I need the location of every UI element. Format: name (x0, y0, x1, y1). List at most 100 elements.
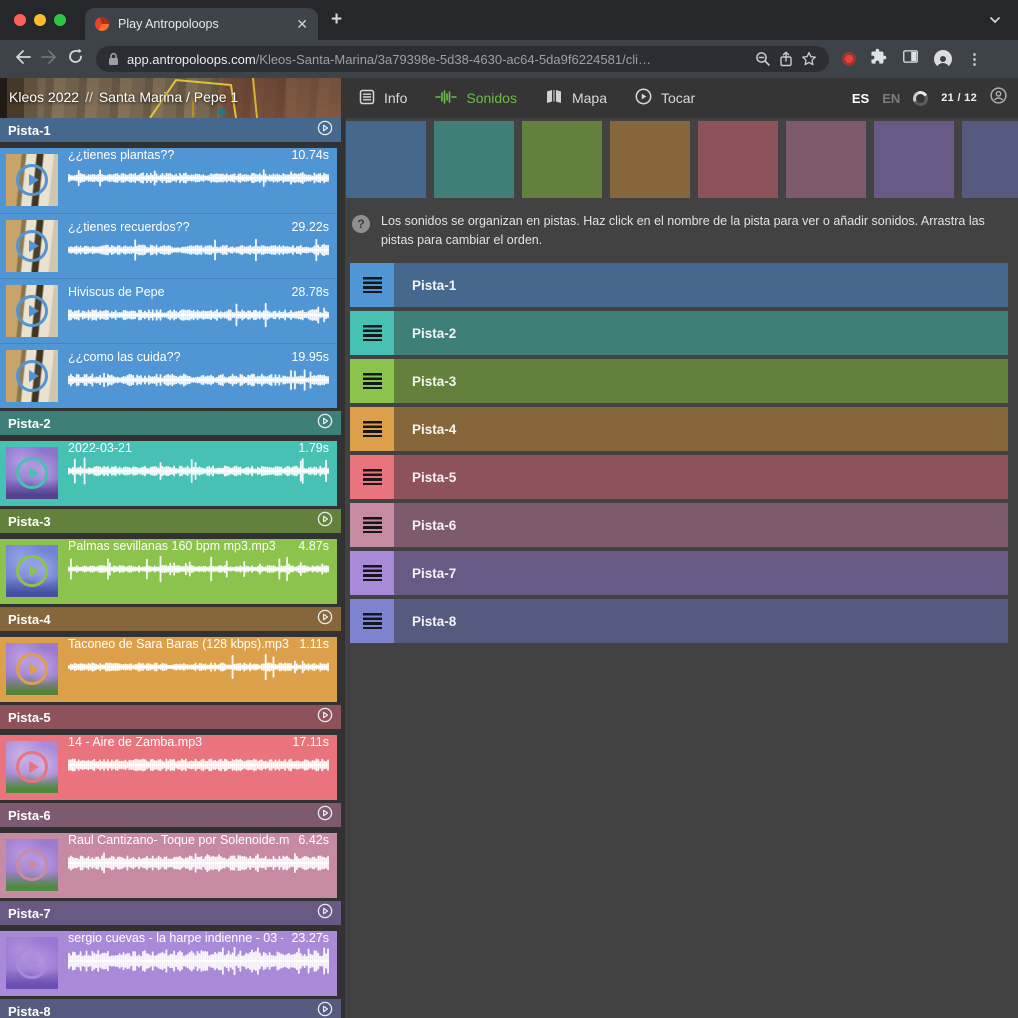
account-icon[interactable] (990, 87, 1007, 109)
side-panel-icon[interactable] (902, 48, 919, 70)
clip[interactable]: ¿¿tienes plantas?? 10.74s (0, 148, 337, 213)
drag-handle[interactable] (350, 551, 394, 595)
clip-title: Taconeo de Sara Baras (128 kbps).mp3 (68, 637, 289, 651)
clip-play-overlay-icon[interactable] (16, 360, 48, 392)
browser-tab[interactable]: Play Antropoloops ✕ (85, 8, 318, 40)
back-button[interactable] (10, 49, 36, 70)
window-minimize-button[interactable] (34, 14, 46, 26)
omnibox[interactable]: app.antropoloops.com/Kleos-Santa-Marina/… (96, 46, 829, 72)
track-row-body[interactable]: Pista-3 (394, 359, 1008, 403)
track-row-label: Pista-5 (412, 470, 456, 485)
track-header[interactable]: Pista-4 (0, 607, 341, 631)
track-row-label: Pista-6 (412, 518, 456, 533)
clip[interactable]: Raul Cantizano- Toque por Solenoide.mp3 … (0, 833, 337, 898)
clip[interactable]: ¿¿como las cuida?? 19.95s (0, 343, 337, 408)
tab-favicon (95, 17, 109, 31)
window-close-button[interactable] (14, 14, 26, 26)
browser-menu-icon[interactable]: ⋮ (967, 50, 982, 68)
clip[interactable]: Hiviscus de Pepe 28.78s (0, 278, 337, 343)
track-row-body[interactable]: Pista-7 (394, 551, 1008, 595)
track-row-pista-2[interactable]: Pista-2 (350, 311, 1008, 355)
forward-button[interactable] (36, 49, 62, 70)
track-play-circle-icon[interactable] (317, 120, 333, 141)
bookmark-star-icon[interactable] (801, 51, 817, 67)
clip-play-overlay-icon[interactable] (16, 295, 48, 327)
track-color-swatch-pista-2 (434, 121, 514, 198)
drag-handle[interactable] (350, 407, 394, 451)
track-row-body[interactable]: Pista-6 (394, 503, 1008, 547)
track-play-circle-icon[interactable] (317, 1001, 333, 1018)
lang-en[interactable]: EN (882, 91, 900, 106)
nav-info[interactable]: Info (359, 89, 407, 108)
clip-play-overlay-icon[interactable] (16, 555, 48, 587)
drag-handle[interactable] (350, 359, 394, 403)
track-play-circle-icon[interactable] (317, 903, 333, 924)
track-row-pista-7[interactable]: Pista-7 (350, 551, 1008, 595)
profile-avatar[interactable] (934, 50, 952, 68)
header-right-controls: ES EN 21 / 12 (852, 78, 1018, 118)
clip[interactable]: 2022-03-21 1.79s (0, 441, 337, 506)
track-header[interactable]: Pista-8 (0, 999, 341, 1018)
track-play-circle-icon[interactable] (317, 609, 333, 630)
clip[interactable]: sergio cuevas - la harpe indienne - 03 -… (0, 931, 337, 996)
recording-indicator-icon[interactable] (843, 53, 855, 65)
browser-tab-strip: Play Antropoloops ✕ + (0, 0, 1018, 40)
clip-play-overlay-icon[interactable] (16, 849, 48, 881)
track-header[interactable]: Pista-2 (0, 411, 341, 435)
zoom-out-icon[interactable] (755, 51, 771, 67)
track-play-circle-icon[interactable] (317, 413, 333, 434)
track-play-circle-icon[interactable] (317, 805, 333, 826)
tracks-sidebar: Pista-1 ¿¿tienes plantas?? 10.74s (0, 118, 345, 1018)
extensions-puzzle-icon[interactable] (870, 48, 887, 70)
lock-icon[interactable] (108, 52, 119, 66)
nav-label: Tocar (661, 90, 695, 106)
clip[interactable]: Palmas sevillanas 160 bpm mp3.mp3 4.87s (0, 539, 337, 604)
tab-close-icon[interactable]: ✕ (296, 17, 308, 31)
track-row-body[interactable]: Pista-4 (394, 407, 1008, 451)
nav-mapa[interactable]: Mapa (545, 89, 607, 107)
clip-play-overlay-icon[interactable] (16, 164, 48, 196)
clip[interactable]: ¿¿tienes recuerdos?? 29.22s (0, 213, 337, 278)
drag-handle[interactable] (350, 311, 394, 355)
drag-handle[interactable] (350, 503, 394, 547)
track-row-pista-5[interactable]: Pista-5 (350, 455, 1008, 499)
track-header[interactable]: Pista-1 (0, 118, 341, 142)
track-row-body[interactable]: Pista-1 (394, 263, 1008, 307)
clip[interactable]: Taconeo de Sara Baras (128 kbps).mp3 1.1… (0, 637, 337, 702)
track-row-pista-4[interactable]: Pista-4 (350, 407, 1008, 451)
window-zoom-button[interactable] (54, 14, 66, 26)
track-row-pista-3[interactable]: Pista-3 (350, 359, 1008, 403)
nav-sonidos[interactable]: Sonidos (435, 89, 517, 108)
drag-handle[interactable] (350, 263, 394, 307)
breadcrumb-project[interactable]: Kleos 2022 (9, 89, 79, 105)
track-header[interactable]: Pista-6 (0, 803, 341, 827)
clip-play-overlay-icon[interactable] (16, 653, 48, 685)
reload-button[interactable] (62, 48, 88, 70)
track-play-circle-icon[interactable] (317, 511, 333, 532)
clip-play-overlay-icon[interactable] (16, 751, 48, 783)
track-row-pista-1[interactable]: Pista-1 (350, 263, 1008, 307)
clip-play-overlay-icon[interactable] (16, 230, 48, 262)
lang-es[interactable]: ES (852, 91, 869, 106)
clip-play-overlay-icon[interactable] (16, 457, 48, 489)
track-play-circle-icon[interactable] (317, 707, 333, 728)
new-tab-button[interactable]: + (331, 9, 342, 31)
track-header[interactable]: Pista-7 (0, 901, 341, 925)
track-color-swatch-pista-3 (522, 121, 602, 198)
clip-thumbnail (6, 839, 58, 891)
share-icon[interactable] (779, 51, 793, 67)
track-row-body[interactable]: Pista-8 (394, 599, 1008, 643)
track-row-pista-8[interactable]: Pista-8 (350, 599, 1008, 643)
clip-play-overlay-icon[interactable] (16, 947, 48, 979)
drag-handle[interactable] (350, 599, 394, 643)
track-row-pista-6[interactable]: Pista-6 (350, 503, 1008, 547)
track-header[interactable]: Pista-5 (0, 705, 341, 729)
nav-tocar[interactable]: Tocar (635, 88, 695, 108)
track-header[interactable]: Pista-3 (0, 509, 341, 533)
track-row-body[interactable]: Pista-2 (394, 311, 1008, 355)
track-row-body[interactable]: Pista-5 (394, 455, 1008, 499)
breadcrumb[interactable]: Kleos 2022//Santa Marina / Pepe 1 (9, 89, 238, 105)
tab-search-chevron-icon[interactable] (988, 13, 1002, 32)
clip[interactable]: 14 - Aire de Zamba.mp3 17.11s (0, 735, 337, 800)
drag-handle[interactable] (350, 455, 394, 499)
